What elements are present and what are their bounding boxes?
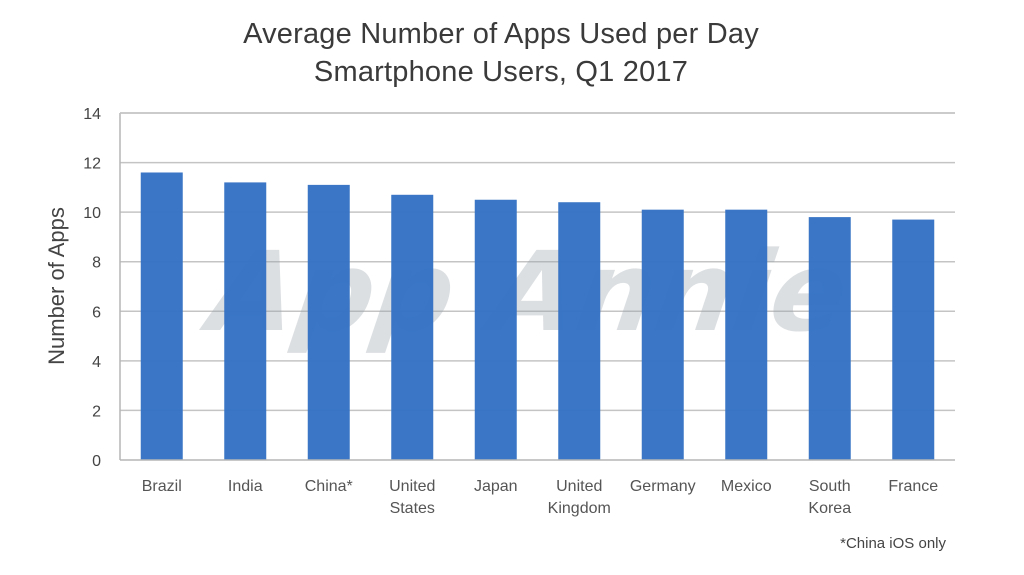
x-tick-label: South	[809, 478, 851, 495]
y-tick-label: 2	[92, 403, 101, 420]
x-tick-label: France	[888, 478, 938, 495]
bar	[641, 209, 684, 460]
x-tick-label: Brazil	[142, 478, 182, 495]
footnote: *China iOS only	[840, 535, 946, 552]
x-tick-label: Germany	[630, 478, 696, 495]
x-tick-label: United	[556, 478, 602, 495]
bar	[307, 184, 350, 460]
y-tick-label: 10	[83, 205, 101, 222]
bar	[140, 172, 183, 460]
y-axis-label: Number of Apps	[44, 207, 69, 365]
y-tick-label: 4	[92, 354, 101, 371]
x-tick-label: Kingdom	[548, 500, 611, 517]
x-tick-label: United	[389, 478, 435, 495]
bar	[391, 194, 434, 461]
x-tick-label: Japan	[474, 478, 518, 495]
bar	[474, 199, 517, 460]
x-tick-label: States	[390, 500, 435, 517]
y-tick-label: 8	[92, 255, 101, 272]
y-tick-label: 0	[92, 453, 101, 470]
bar-chart: 02468101214App AnnieBrazil India China* Uni…	[44, 106, 955, 517]
y-tick-label: 6	[92, 304, 101, 321]
x-tick-label: Korea	[808, 500, 851, 517]
bar	[892, 219, 935, 460]
y-tick-label: 12	[83, 156, 101, 173]
bar	[725, 209, 768, 460]
x-tick-label: India	[228, 478, 263, 495]
y-tick-label: 14	[83, 106, 101, 123]
bar	[558, 202, 601, 460]
bar	[224, 182, 267, 460]
x-tick-label: China*	[305, 478, 353, 495]
bar	[808, 217, 851, 460]
x-tick-label: Mexico	[721, 478, 772, 495]
